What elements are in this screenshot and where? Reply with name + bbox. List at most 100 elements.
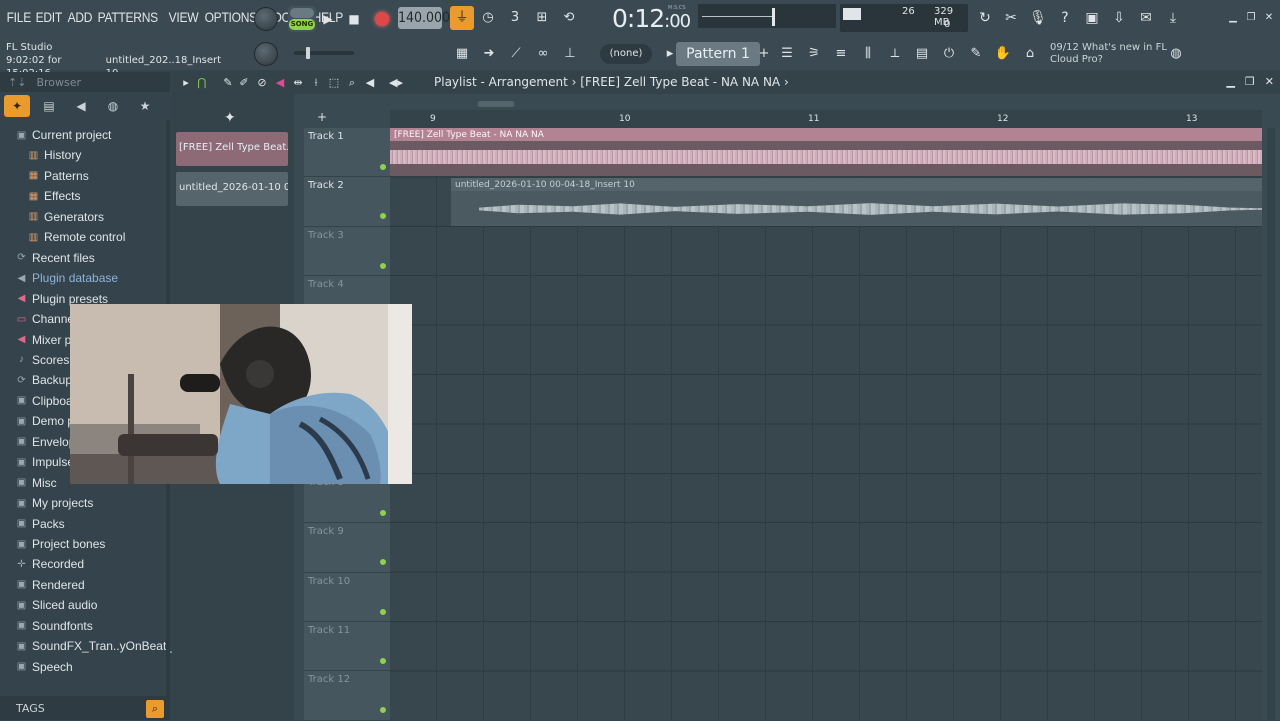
record-button[interactable] (372, 9, 392, 29)
track-enable-led[interactable] (380, 509, 386, 516)
track-enable-led[interactable] (380, 559, 386, 566)
track-header[interactable]: Track 1 (304, 128, 390, 178)
horizontal-scrollbar[interactable] (412, 101, 1272, 107)
timeline-ruler[interactable]: 9 10 11 12 13 (390, 110, 1262, 128)
browser-item[interactable]: ✛ Recorded (16, 555, 84, 573)
arrangement-arrow-icon[interactable]: ◀▸ (388, 75, 404, 91)
channel-rack-icon[interactable]: ⚞ (802, 42, 826, 66)
scroll-thumb[interactable] (478, 101, 514, 107)
pattern-name-selector[interactable]: Pattern 1 (676, 42, 760, 66)
browser-item[interactable]: ⟳ Recent files (16, 249, 94, 267)
render-icon[interactable]: ⇩ (1108, 7, 1130, 29)
blend-recording-icon[interactable]: ⊞ (530, 6, 554, 30)
menu-file[interactable]: FILE (4, 9, 34, 29)
browser-item[interactable]: ◀ Mixer p (16, 331, 72, 349)
browser-item[interactable]: ▭ Channe (16, 310, 74, 328)
browser-item[interactable]: ▣ Project bones (16, 535, 106, 553)
slice-tool-icon[interactable]: ⟊ (308, 75, 324, 91)
playlist-restore-icon[interactable]: ❐ (1245, 75, 1255, 88)
track-header[interactable]: Track 11 (304, 622, 390, 672)
picker-toolbar-icons[interactable]: ✦ (224, 110, 236, 126)
pattern-song-toggle[interactable]: SONG (288, 6, 316, 32)
browser-item[interactable]: ▥ Generators (28, 208, 104, 226)
browser-item[interactable]: ⟳ Backup (16, 371, 72, 389)
track-enable-led[interactable] (380, 262, 386, 269)
track-enable-led[interactable] (380, 608, 386, 615)
pitch-slider-handle[interactable] (306, 47, 310, 59)
browser-globe-tab[interactable]: ◍ (100, 95, 126, 117)
play-button[interactable]: ▶ (318, 9, 338, 29)
add-track-icon[interactable]: + (317, 110, 327, 124)
menu-add[interactable]: ADD (65, 9, 95, 29)
playlist-close-icon[interactable]: ✕ (1265, 75, 1274, 88)
cut-icon[interactable]: ✂ (1000, 7, 1022, 29)
slip-tool-icon[interactable]: ⇹ (290, 75, 306, 91)
browser-item[interactable]: ▣ Demo p (16, 412, 74, 430)
browser-star-tab[interactable]: ★ (132, 95, 158, 117)
zoom-tool-icon[interactable]: ⌕ (344, 75, 360, 91)
track-header[interactable]: Track 3 (304, 226, 390, 277)
browser-item[interactable]: ▣ Misc (16, 474, 57, 492)
master-volume-knob[interactable] (254, 42, 278, 66)
mixer-icon[interactable]: ≡ (829, 42, 853, 66)
close-icon[interactable]: ✕ (1258, 7, 1280, 29)
browser-item[interactable]: ▣ Current project (16, 126, 112, 144)
browser-nav-icon[interactable]: ⇡⇣ (8, 76, 26, 89)
stamp-icon[interactable]: ⊥ (558, 42, 582, 66)
draw-tool-icon[interactable]: ✎ (220, 75, 236, 91)
tempo-display[interactable]: 140.000 (398, 7, 450, 29)
plugin-icon[interactable]: ⏻ (937, 42, 961, 66)
snap-magnet-icon[interactable]: ⋂ (194, 75, 210, 91)
hand-icon[interactable]: ✋ (991, 42, 1015, 66)
browser-item[interactable]: ▣ Impulse (16, 453, 74, 471)
delete-tool-icon[interactable]: ⊘ (254, 75, 270, 91)
metronome-icon[interactable]: ⏚ (450, 6, 474, 30)
loop-record-icon[interactable]: ⟲ (557, 6, 581, 30)
browser-item[interactable]: ▥ History (28, 146, 82, 164)
link-icon[interactable]: ∞ (531, 42, 555, 66)
piano-roll-icon[interactable]: ▦ (450, 42, 474, 66)
browser-files-tab[interactable]: ▤ (36, 95, 62, 117)
globe-icon[interactable]: ◍ (1164, 42, 1188, 66)
track-header[interactable]: Track 10 (304, 572, 390, 622)
browser-item[interactable]: ▣ Soundfonts (16, 617, 93, 635)
browser-item[interactable]: ▣ Packs (16, 515, 65, 533)
track-enable-led[interactable] (380, 213, 386, 220)
browser-item[interactable]: ▥ Remote control (28, 228, 126, 246)
mute-tool-icon[interactable]: ◀ (272, 75, 288, 91)
news-ticker[interactable]: 09/12 What's new in FL Cloud Pro? (1050, 42, 1170, 66)
stop-button[interactable]: ■ (344, 9, 364, 29)
paint-tool-icon[interactable]: ✐ (236, 75, 252, 91)
add-pattern-icon[interactable]: + (752, 42, 776, 66)
undo-icon[interactable]: ↻ (974, 7, 996, 29)
download-icon[interactable]: ⤓ (1162, 7, 1184, 29)
browser-item[interactable]: ▣ Speech (16, 658, 73, 676)
menu-patterns[interactable]: PATTERNS (95, 9, 161, 29)
picker-clip-item[interactable]: untitled_2026-01-10 00-.. (176, 172, 288, 206)
brush-icon[interactable]: ⟋ (504, 42, 528, 66)
playlist-menu-icon[interactable]: ▸ (178, 75, 194, 91)
shop-icon[interactable]: ⌂ (1018, 42, 1042, 66)
browser-item[interactable]: ♪ Scores (16, 351, 69, 369)
audio-clip[interactable]: untitled_2026-01-10 00-04-18_Insert 10 (451, 178, 1262, 226)
tags-search-icon[interactable]: ⌕ (146, 700, 164, 718)
master-pitch-slider[interactable] (294, 47, 354, 59)
faders-icon[interactable]: ⫼ (856, 42, 880, 66)
track-header[interactable]: Track 2 (304, 177, 390, 227)
track-header[interactable]: Track 12 (304, 671, 390, 721)
menu-options[interactable]: OPTIONS (202, 9, 260, 29)
picker-clip-item[interactable]: [FREE] Zell Type Beat.. (176, 132, 288, 166)
countdown-icon[interactable]: 3 (503, 6, 527, 30)
menu-view[interactable]: VIEW (166, 9, 201, 29)
playback-tool-icon[interactable]: ◀ (362, 75, 378, 91)
brush-tool-icon[interactable]: ✎ (964, 42, 988, 66)
browser-item[interactable]: ▦ Patterns (28, 167, 89, 185)
wait-for-input-icon[interactable]: ◷ (476, 6, 500, 30)
browser-speaker-tab[interactable]: ◀ (68, 95, 94, 117)
browser-item[interactable]: ▣ Envelop (16, 433, 76, 451)
arrow-right-icon[interactable]: ➜ (477, 42, 501, 66)
browser-item[interactable]: ▣ Rendered (16, 576, 85, 594)
pattern-selector-none[interactable]: (none) (600, 44, 652, 64)
playlist-icon[interactable]: ☰ (775, 42, 799, 66)
cpu-knob[interactable] (254, 7, 278, 31)
